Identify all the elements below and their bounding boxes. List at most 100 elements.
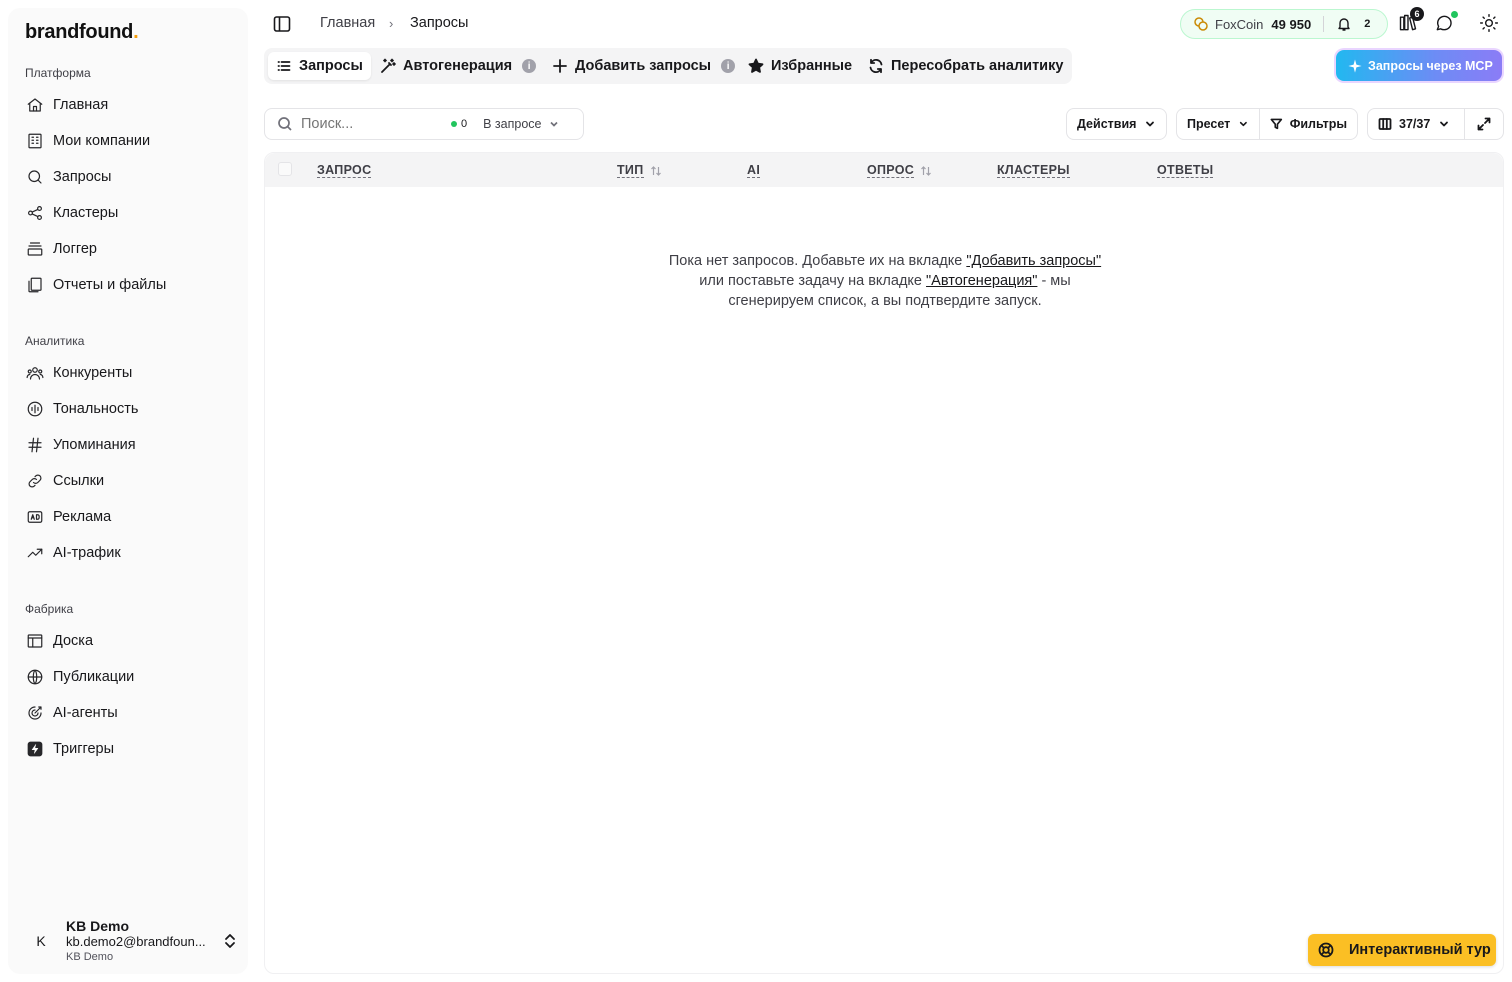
- column-header-answers[interactable]: ОТВЕТЫ: [1157, 163, 1214, 178]
- breadcrumb-home[interactable]: Главная: [320, 15, 375, 31]
- info-icon[interactable]: i: [522, 59, 537, 73]
- sidebar-item-label: Публикации: [53, 669, 135, 685]
- empty-text: или поставьте задачу на вкладке: [699, 273, 927, 289]
- column-header-query[interactable]: ЗАПРОС: [317, 163, 372, 178]
- tab-label: Добавить запросы: [575, 58, 712, 74]
- sidebar-item-label: Триггеры: [53, 741, 115, 757]
- search-input[interactable]: [301, 116, 441, 132]
- sidebar-item-label: Конкуренты: [53, 365, 133, 381]
- preset-dropdown[interactable]: Пресет: [1176, 108, 1260, 140]
- sidebar-item-ai-traffic[interactable]: AI-трафик: [17, 537, 239, 569]
- filters-button[interactable]: Фильтры: [1259, 108, 1358, 140]
- users-icon: [25, 363, 45, 383]
- sidebar-item-queries[interactable]: Запросы: [17, 161, 239, 193]
- expand-icon: [1477, 117, 1491, 131]
- empty-state-message: Пока нет запросов. Добавьте их на вкладк…: [665, 251, 1105, 311]
- divider: [1323, 16, 1325, 32]
- star-icon: [748, 58, 764, 73]
- share-nodes-icon: [25, 203, 45, 223]
- sidebar-item-label: Доска: [53, 633, 94, 649]
- section-title-analytics: Аналитика: [25, 334, 85, 348]
- sidebar-item-label: Ссылки: [53, 473, 105, 489]
- section-title-factory: Фабрика: [25, 602, 74, 616]
- sort-icon[interactable]: [650, 165, 662, 177]
- sidebar-item-home[interactable]: Главная: [17, 89, 239, 121]
- column-title: ОТВЕТЫ: [1157, 163, 1214, 178]
- tab-autogeneration[interactable]: Автогенерация i: [372, 52, 544, 80]
- bell-icon[interactable]: [1336, 16, 1352, 32]
- column-title: ТИП: [617, 163, 644, 178]
- chevron-down-icon: [1240, 121, 1248, 127]
- sidebar-item-ai-agents[interactable]: AI-агенты: [17, 697, 239, 729]
- column-title: ЗАПРОС: [317, 163, 372, 178]
- library-button[interactable]: 6: [1398, 7, 1424, 35]
- column-header-clusters[interactable]: КЛАСТЕРЫ: [997, 163, 1070, 178]
- building-icon: [25, 131, 45, 151]
- sidebar-toggle-icon[interactable]: [272, 14, 292, 34]
- interactive-tour-button[interactable]: Интерактивный тур: [1308, 934, 1496, 966]
- tab-queries[interactable]: Запросы: [268, 52, 371, 80]
- foxcoin-label: FoxCoin: [1215, 16, 1264, 32]
- columns-count: 37/37: [1399, 117, 1431, 131]
- sidebar-item-label: Запросы: [53, 169, 112, 185]
- sidebar-item-label: Мои компании: [53, 133, 151, 149]
- sidebar-item-mentions[interactable]: Упоминания: [17, 429, 239, 461]
- column-header-ai[interactable]: AI: [747, 163, 761, 178]
- status-dot: [1451, 11, 1458, 18]
- stack-icon: [25, 239, 45, 259]
- sidebar-item-board[interactable]: Доска: [17, 625, 239, 657]
- expand-button[interactable]: [1464, 108, 1504, 140]
- select-all-checkbox[interactable]: [278, 162, 292, 176]
- scope-label: В запросе: [483, 117, 542, 131]
- search-scope-dropdown[interactable]: В запросе: [483, 117, 559, 131]
- sidebar-item-links[interactable]: Ссылки: [17, 465, 239, 497]
- tab-rebuild-analytics[interactable]: Пересобрать аналитику: [860, 52, 1071, 80]
- tab-label: Запросы: [299, 58, 363, 74]
- sidebar-item-logger[interactable]: Логгер: [17, 233, 239, 265]
- brand-logo[interactable]: brandfound.: [25, 21, 139, 44]
- sort-icon[interactable]: [920, 165, 932, 177]
- filters-label: Фильтры: [1289, 117, 1347, 131]
- sidebar-item-ads[interactable]: Реклама: [17, 501, 239, 533]
- info-icon[interactable]: i: [721, 59, 736, 73]
- tab-add-queries[interactable]: Добавить запросы i: [544, 52, 743, 80]
- board-icon: [25, 631, 45, 651]
- columns-dropdown[interactable]: 37/37: [1367, 108, 1465, 140]
- sidebar-item-publications[interactable]: Публикации: [17, 661, 239, 693]
- column-header-type[interactable]: ТИП: [617, 163, 662, 178]
- sidebar-item-triggers[interactable]: Триггеры: [17, 733, 239, 765]
- list-icon: [277, 61, 291, 71]
- user-name: KB Demo: [66, 918, 130, 934]
- foxcoin-badge[interactable]: FoxCoin 49 950 2: [1180, 9, 1388, 39]
- link-icon: [25, 471, 45, 491]
- avatar: K: [26, 926, 56, 956]
- tab-favorites[interactable]: Избранные: [740, 52, 860, 80]
- column-header-survey[interactable]: ОПРОС: [867, 163, 932, 178]
- column-title: AI: [747, 163, 761, 178]
- section-title-platform: Платформа: [25, 66, 91, 80]
- sidebar-item-reports[interactable]: Отчеты и файлы: [17, 269, 239, 301]
- sidebar-item-tonality[interactable]: Тональность: [17, 393, 239, 425]
- mcp-queries-button[interactable]: Запросы через MCP: [1336, 50, 1502, 81]
- add-queries-link[interactable]: "Добавить запросы": [966, 253, 1101, 269]
- user-menu[interactable]: K KB Demo kb.demo2@brandfoun... KB Demo: [17, 914, 239, 968]
- tour-label: Интерактивный тур: [1349, 942, 1491, 958]
- actions-dropdown[interactable]: Действия: [1066, 108, 1168, 140]
- sidebar-item-competitors[interactable]: Конкуренты: [17, 357, 239, 389]
- sidebar-item-clusters[interactable]: Кластеры: [17, 197, 239, 229]
- sidebar-item-companies[interactable]: Мои компании: [17, 125, 239, 157]
- chat-button[interactable]: [1434, 11, 1458, 35]
- trend-up-icon: [25, 543, 45, 563]
- sidebar-item-label: Тональность: [53, 401, 139, 417]
- table-header: ЗАПРОС ТИП AI ОПРОС КЛАСТЕРЫ ОТВЕТЫ: [265, 153, 1503, 187]
- theme-toggle[interactable]: [1479, 13, 1501, 35]
- sidebar-item-label: AI-трафик: [53, 545, 121, 561]
- search-box: 0 В запросе: [264, 108, 584, 140]
- sidebar-item-label: Кластеры: [53, 205, 119, 221]
- breadcrumb-current: Запросы: [410, 15, 469, 31]
- sparkle-icon: [1348, 58, 1362, 73]
- plus-icon: [553, 59, 567, 73]
- autogeneration-link[interactable]: "Автогенерация": [926, 273, 1037, 289]
- tab-label: Автогенерация: [403, 58, 513, 74]
- sidebar-item-label: Отчеты и файлы: [53, 277, 167, 293]
